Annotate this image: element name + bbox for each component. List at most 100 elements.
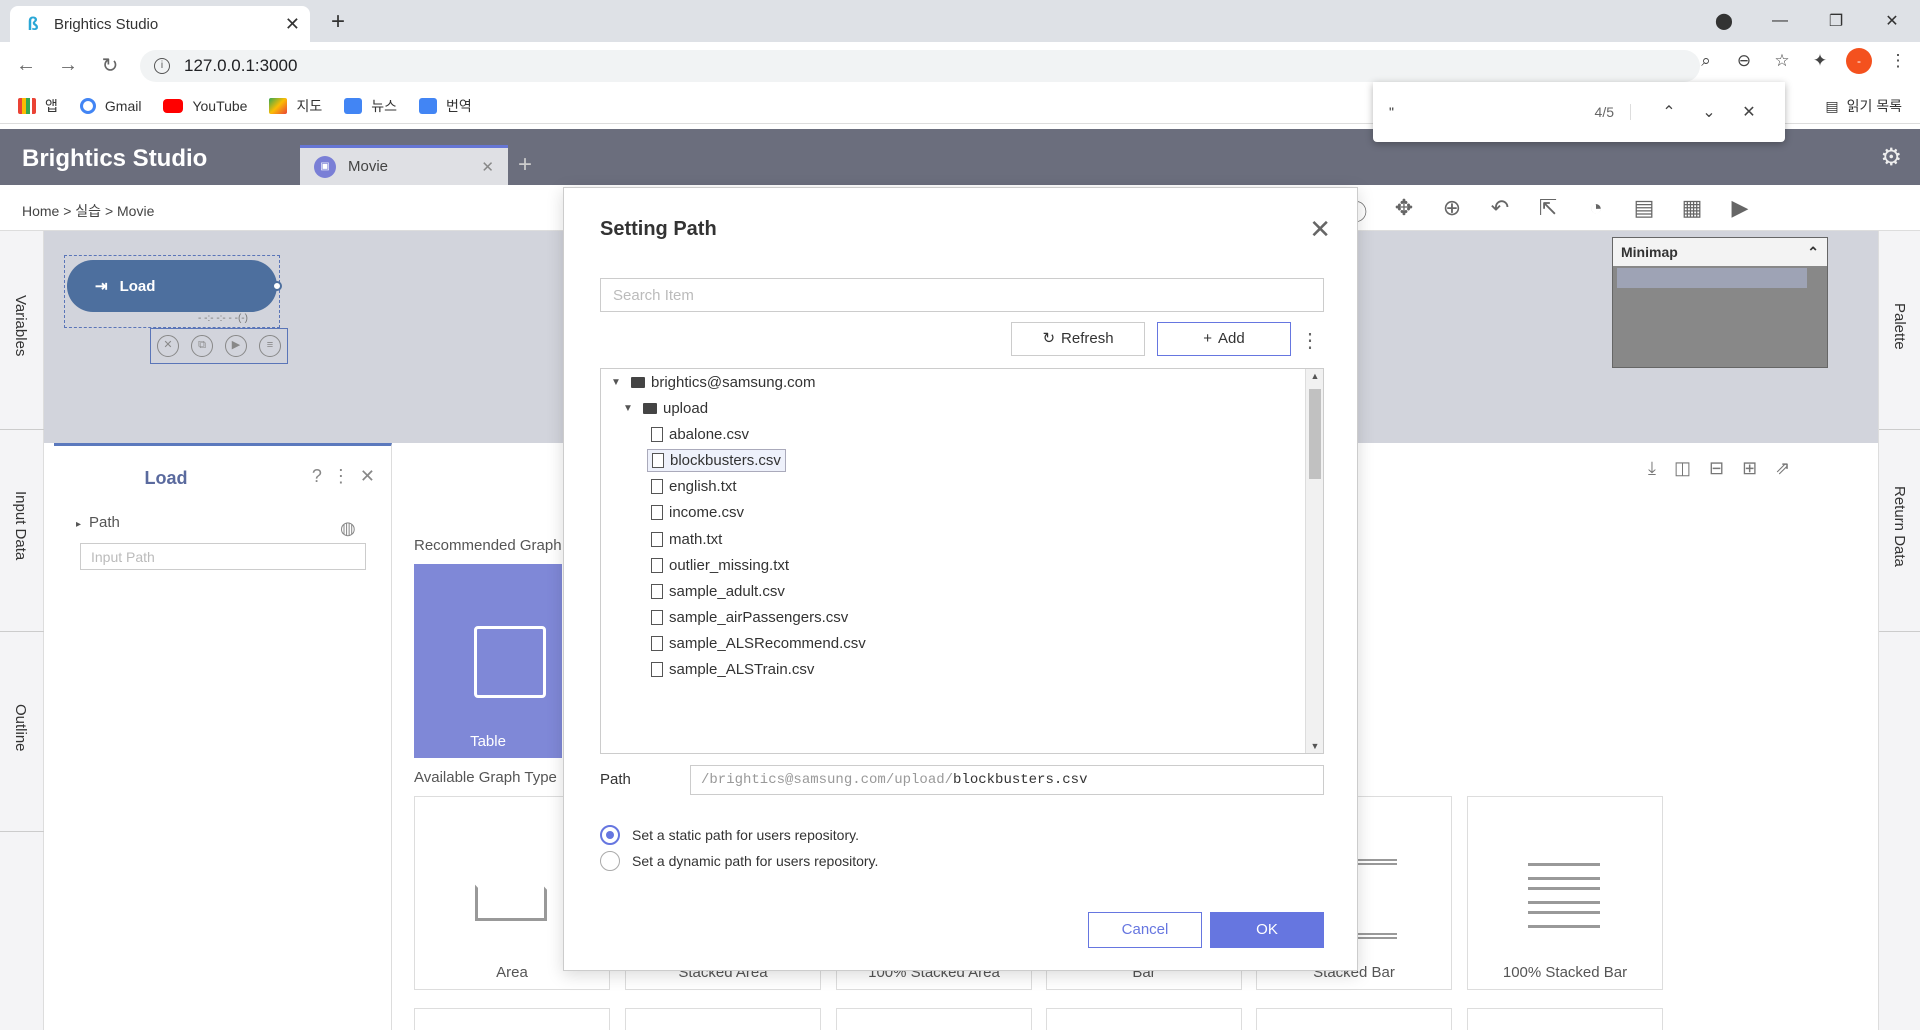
undo-icon[interactable]: ↶ <box>1484 195 1516 227</box>
back-icon[interactable]: ← <box>10 54 42 77</box>
graph-card[interactable] <box>1467 1008 1663 1030</box>
close-window-button[interactable]: ✕ <box>1864 11 1920 31</box>
extensions-icon[interactable]: ✦ <box>1808 51 1832 71</box>
scroll-thumb[interactable] <box>1309 389 1321 479</box>
more-icon[interactable]: ⋮ <box>332 466 350 487</box>
file-item[interactable]: abalone.csv <box>651 421 749 447</box>
output-port[interactable] <box>272 281 282 291</box>
graph-card[interactable] <box>1046 1008 1242 1030</box>
radio-checked[interactable] <box>600 825 620 845</box>
minimize-button[interactable]: — <box>1752 12 1808 30</box>
tree-scrollbar[interactable]: ▲ ▼ <box>1305 369 1323 753</box>
path-property[interactable]: ▸ Path <box>76 514 120 531</box>
tab-movie[interactable]: ▣ Movie ✕ <box>300 145 508 185</box>
bookmark-translate[interactable]: 번역 <box>419 96 472 116</box>
tree-root[interactable]: ▼ brightics@samsung.com <box>611 369 815 395</box>
rail-input-data[interactable]: Input Data <box>12 491 29 560</box>
rail-return-data[interactable]: Return Data <box>1891 486 1908 567</box>
minimap[interactable]: Minimap ⌃ <box>1612 237 1828 368</box>
browser-menu-icon[interactable]: ⋮ <box>1886 51 1910 71</box>
bookmark-gmail[interactable]: Gmail <box>79 97 141 114</box>
bookmark-maps[interactable]: 지도 <box>269 96 322 116</box>
file-item[interactable]: sample_adult.csv <box>651 578 785 604</box>
run-icon[interactable]: ▶ <box>1724 195 1756 227</box>
graph-card[interactable] <box>414 1008 610 1030</box>
path-input[interactable]: Input Path <box>80 543 366 570</box>
forward-icon[interactable]: → <box>52 54 84 77</box>
file-item[interactable]: sample_airPassengers.csv <box>651 604 848 630</box>
graph-card[interactable] <box>1256 1008 1452 1030</box>
find-icon[interactable]: ⌕ <box>1694 51 1718 71</box>
new-tab-button[interactable]: + <box>326 8 350 36</box>
cancel-button[interactable]: Cancel <box>1088 912 1202 948</box>
memo-node-icon[interactable]: ≡ <box>259 335 281 357</box>
radio-static-path[interactable]: Set a static path for users repository. <box>600 825 859 845</box>
bookmark-youtube[interactable]: YouTube <box>163 98 247 114</box>
export-icon[interactable]: ⇱ <box>1532 195 1564 227</box>
close-icon[interactable]: ✕ <box>1729 102 1769 122</box>
layout-rows-icon[interactable]: ⊟ <box>1709 458 1724 479</box>
file-item[interactable]: math.txt <box>651 526 722 552</box>
move-icon[interactable]: ✥ <box>1388 195 1420 227</box>
file-item[interactable]: sample_ALSTrain.csv <box>651 656 814 682</box>
caret-down-icon[interactable]: ▼ <box>623 403 637 414</box>
graph-card-100-stacked-bar[interactable]: 100% Stacked Bar <box>1467 796 1663 990</box>
refresh-button[interactable]: ↻ Refresh <box>1011 322 1145 356</box>
zoom-icon[interactable]: ⊖ <box>1732 51 1756 71</box>
restore-button[interactable]: ❐ <box>1808 11 1864 31</box>
search-input[interactable]: Search Item <box>600 278 1324 312</box>
load-node-pill[interactable]: ⇥ Load <box>67 260 282 312</box>
zoom-fit-icon[interactable]: ⊕ <box>1436 195 1468 227</box>
close-icon[interactable]: ✕ <box>360 466 375 487</box>
scroll-down-icon[interactable]: ▼ <box>1306 741 1323 751</box>
copy-node-icon[interactable]: ⧉ <box>191 335 213 357</box>
file-item[interactable]: income.csv <box>651 499 744 525</box>
minimap-header[interactable]: Minimap ⌃ <box>1613 238 1827 266</box>
help-icon[interactable]: ? <box>312 466 322 487</box>
caret-down-icon[interactable]: ▼ <box>611 377 625 388</box>
path-field[interactable]: /brightics@samsung.com/upload/blockbuste… <box>690 765 1324 795</box>
layout-columns-icon[interactable]: ◫ <box>1674 458 1691 479</box>
close-tab-icon[interactable]: ✕ <box>285 14 300 35</box>
download-icon[interactable]: ⤓ <box>1648 458 1656 479</box>
table-card[interactable]: Table <box>414 564 562 758</box>
chevron-up-icon[interactable]: ⌃ <box>1649 102 1689 122</box>
reload-icon[interactable]: ↻ <box>94 53 126 78</box>
ok-button[interactable]: OK <box>1210 912 1324 948</box>
chevron-down-icon[interactable]: ⌄ <box>1689 102 1729 122</box>
calendar-icon[interactable]: ▦ <box>1676 195 1708 227</box>
graph-card[interactable] <box>625 1008 821 1030</box>
delete-node-icon[interactable]: ✕ <box>157 335 179 357</box>
close-icon[interactable]: ✕ <box>481 158 494 176</box>
profile-avatar[interactable]: - <box>1846 48 1872 74</box>
chevron-up-icon[interactable]: ⌃ <box>1807 244 1819 261</box>
rail-palette[interactable]: Palette <box>1891 303 1908 350</box>
radio-unchecked[interactable] <box>600 851 620 871</box>
file-item[interactable]: outlier_missing.txt <box>651 552 789 578</box>
scroll-up-icon[interactable]: ▲ <box>1306 371 1323 381</box>
reading-list[interactable]: ▤ 읽기 목록 <box>1825 96 1902 116</box>
popout-icon[interactable]: ⇗ <box>1775 458 1790 479</box>
radio-dynamic-path[interactable]: Set a dynamic path for users repository. <box>600 851 878 871</box>
timer-icon[interactable]: ◔ <box>1580 195 1612 227</box>
file-item-selected[interactable]: blockbusters.csv <box>647 447 786 473</box>
close-icon[interactable]: ✕ <box>1309 214 1331 245</box>
layout-grid-icon[interactable]: ⊞ <box>1742 458 1757 479</box>
gear-icon[interactable]: ⚙ <box>1880 143 1902 172</box>
url-field[interactable]: i 127.0.0.1:3000 <box>140 50 1700 82</box>
rail-outline[interactable]: Outline <box>12 704 29 752</box>
clipboard-icon[interactable]: ▤ <box>1628 195 1660 227</box>
add-button[interactable]: + Add <box>1157 322 1291 356</box>
rail-variables[interactable]: Variables <box>12 295 29 356</box>
run-node-icon[interactable]: ▶ <box>225 335 247 357</box>
bookmark-star-icon[interactable]: ☆ <box>1770 51 1794 71</box>
graph-card[interactable] <box>836 1008 1032 1030</box>
more-icon[interactable]: ⋮ <box>1300 328 1320 353</box>
find-input[interactable]: " <box>1389 104 1571 120</box>
file-item[interactable]: english.txt <box>651 473 737 499</box>
tree-folder-upload[interactable]: ▼ upload <box>623 395 708 421</box>
site-info-icon[interactable]: i <box>154 58 170 74</box>
browser-tab[interactable]: ß Brightics Studio ✕ <box>10 6 310 42</box>
bookmark-apps[interactable]: 앱 <box>18 96 58 116</box>
file-item[interactable]: sample_ALSRecommend.csv <box>651 630 866 656</box>
